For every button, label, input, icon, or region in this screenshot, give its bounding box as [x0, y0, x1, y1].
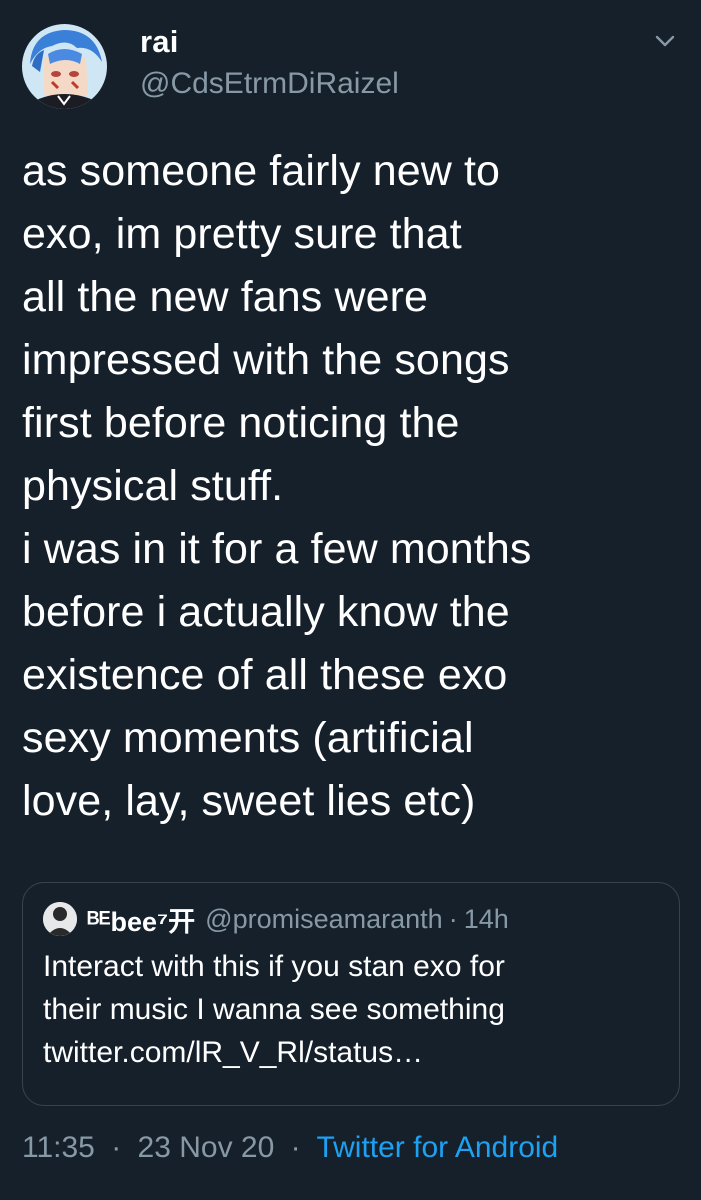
author-names: rai @CdsEtrmDiRaizel — [140, 24, 399, 102]
avatar[interactable] — [22, 24, 107, 109]
author-handle[interactable]: @CdsEtrmDiRaizel — [140, 66, 399, 102]
chevron-down-icon[interactable] — [651, 30, 679, 52]
quoted-display-name: ᴮᴱbee⁷开 — [87, 906, 196, 937]
tweet[interactable]: rai @CdsEtrmDiRaizel as someone fairly n… — [0, 0, 701, 1200]
quoted-tweet-header: ᴮᴱbee⁷开 @promiseamaranth · 14h — [43, 899, 659, 939]
tweet-meta: 11:35 · 23 Nov 20 · Twitter for Android — [22, 1128, 558, 1168]
quoted-tweet-text: Interact with this if you stan exo for t… — [43, 950, 505, 1069]
author-display-name[interactable]: rai — [140, 24, 399, 60]
quoted-avatar — [43, 902, 77, 936]
quoted-separator: · — [448, 903, 458, 934]
tweet-time[interactable]: 11:35 — [22, 1131, 95, 1164]
quoted-time: 14h — [463, 903, 509, 934]
tweet-header: rai @CdsEtrmDiRaizel — [22, 24, 679, 110]
meta-separator: · — [111, 1131, 122, 1164]
quoted-tweet[interactable]: ᴮᴱbee⁷开 @promiseamaranth · 14h Interact … — [22, 882, 680, 1106]
tweet-date[interactable]: 23 Nov 20 — [138, 1131, 275, 1164]
tweet-text: as someone fairly new to exo, im pretty … — [22, 147, 532, 825]
tweet-source-link[interactable]: Twitter for Android — [316, 1131, 558, 1164]
quoted-handle: @promiseamaranth — [205, 903, 443, 934]
meta-separator: · — [290, 1131, 301, 1164]
